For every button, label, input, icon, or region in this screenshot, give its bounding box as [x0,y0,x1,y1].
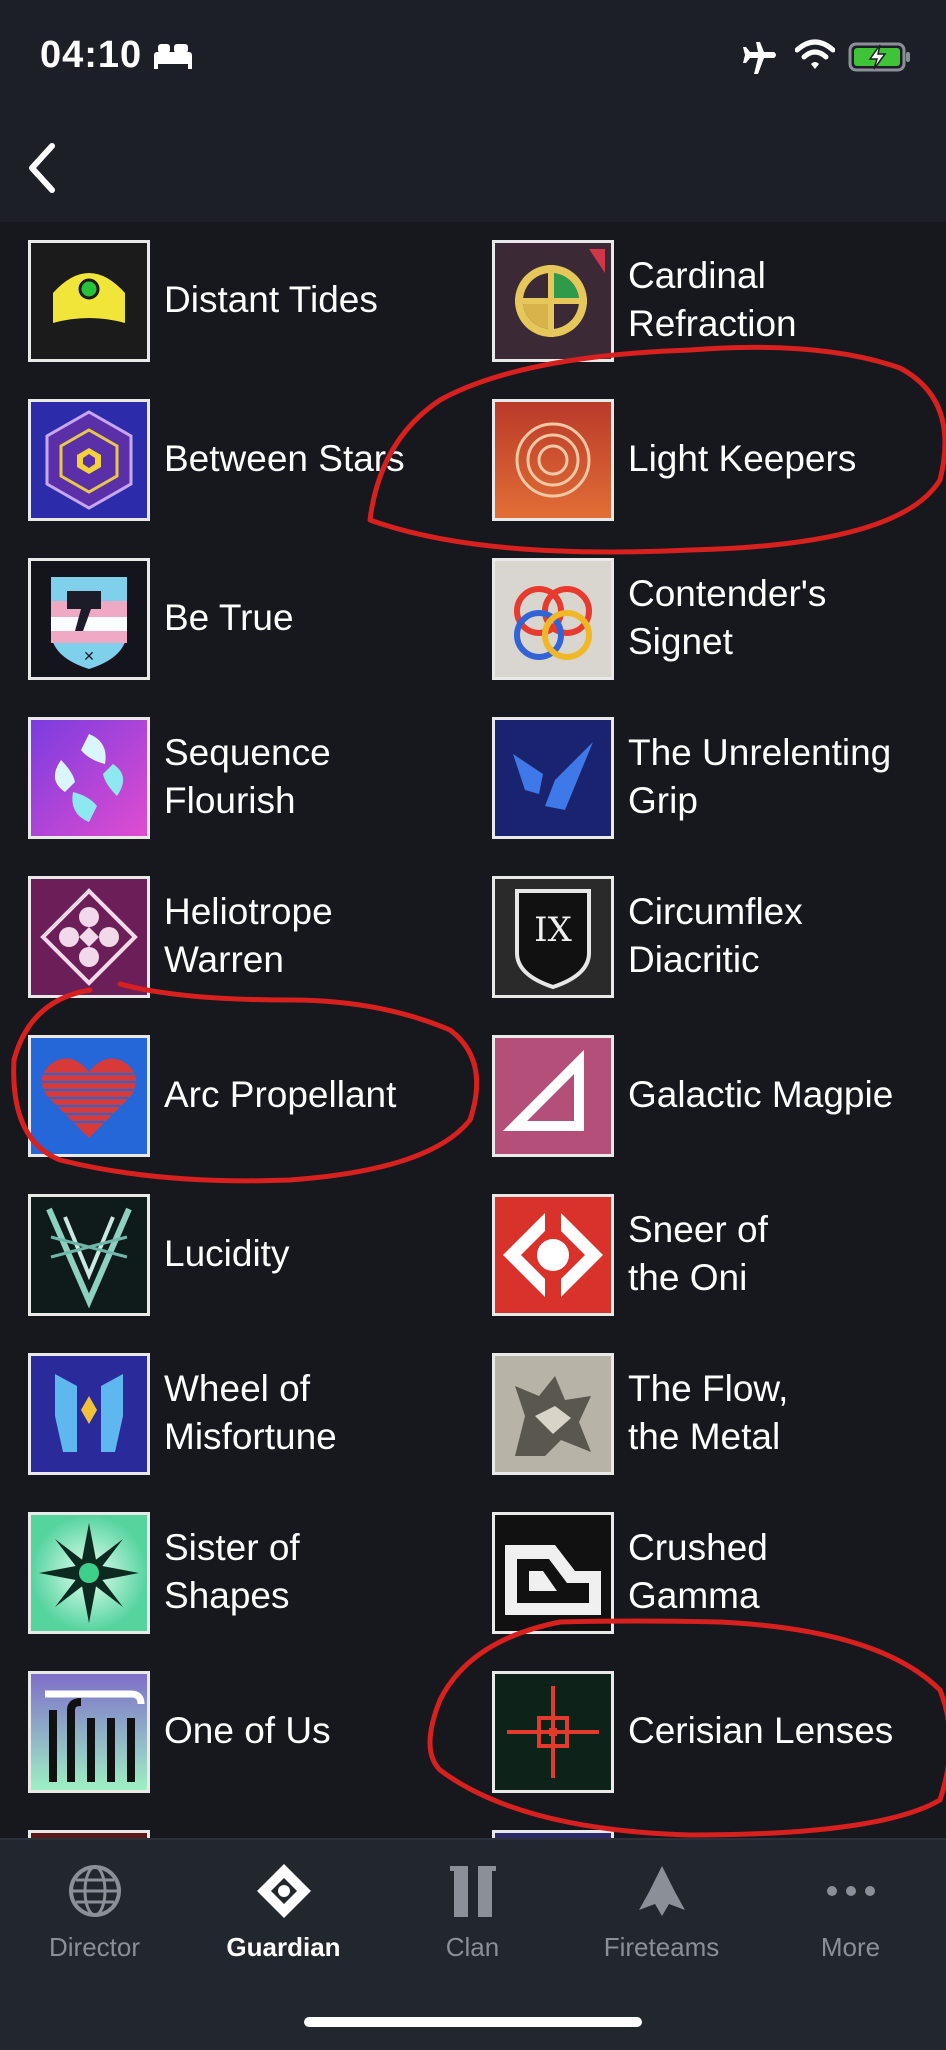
emblem-name: Cardinal Refraction [628,255,797,344]
partial-emblem [28,1830,150,1838]
emblem-item[interactable]: ✕ Be True [28,548,498,698]
emblem-item[interactable]: Sister of Shapes [28,1502,498,1652]
emblem-item[interactable]: Distant Tides [28,230,498,380]
emblem-item[interactable]: The Flow, the Metal [492,1343,946,1493]
home-indicator[interactable] [304,2017,642,2027]
emblem-name: Light Keepers [628,438,857,479]
unrelenting-grip-emblem [492,717,614,839]
flow-the-metal-emblem [492,1353,614,1475]
clan-banner-icon [450,1866,496,1917]
emblem-item[interactable]: Sequence Flourish [28,707,498,857]
emblem-name: Lucidity [164,1233,290,1274]
between-stars-emblem [28,399,150,521]
tab-label: Guardian [226,1932,341,1962]
svg-text:IX: IX [534,910,572,950]
navigation-bar [0,118,946,222]
back-button[interactable] [18,138,68,198]
partial-emblem [492,1830,614,1838]
emblem-name: Distant Tides [164,279,378,320]
sneer-of-the-oni-emblem [492,1194,614,1316]
tab-label: Director [48,1932,140,1962]
sequence-flourish-emblem [28,717,150,839]
one-of-us-emblem [28,1671,150,1793]
more-dots-icon [827,1886,875,1896]
emblem-name: Circumflex Diacritic [628,891,803,980]
emblem-name: Crushed Gamma [628,1527,768,1616]
diamond-ghost-icon [257,1864,311,1918]
wheel-of-misfortune-emblem [28,1353,150,1475]
emblem-name: Cerisian Lenses [628,1710,894,1751]
emblem-item[interactable]: One of Us [28,1661,498,1811]
chevron-left-icon [29,143,55,193]
tab-label: Clan [445,1932,500,1962]
ship-icon [639,1866,685,1916]
emblem-item[interactable]: Heliotrope Warren [28,866,498,1016]
battery-charging-icon [848,42,910,72]
tab-label: More [820,1932,881,1962]
emblem-name: Galactic Magpie [628,1074,894,1115]
tab-more[interactable]: More [756,1840,945,1980]
emblem-name: The Unrelenting Grip [628,732,892,821]
circumflex-diacritic-emblem: IX [492,876,614,998]
sister-of-shapes-emblem [28,1512,150,1634]
emblem-item[interactable]: Sneer of the Oni [492,1184,946,1334]
arc-propellant-emblem [28,1035,150,1157]
emblem-name: Between Stars [164,438,405,479]
emblem-item[interactable]: Cerisian Lenses [492,1661,946,1811]
lucidity-emblem [28,1194,150,1316]
globe-icon [69,1865,121,1917]
cerisian-lenses-emblem [492,1671,614,1793]
emblem-name: Wheel of Misfortune [164,1368,337,1457]
emblem-item[interactable]: IX Circumflex Diacritic [492,866,946,1016]
emblem-item[interactable] [492,1820,946,1838]
emblem-name: Heliotrope Warren [164,891,333,980]
emblem-name: Sister of Shapes [164,1527,300,1616]
emblem-item[interactable]: Light Keepers [492,389,946,539]
emblem-item[interactable]: Galactic Magpie [492,1025,946,1175]
emblem-item[interactable]: The Unrelenting Grip [492,707,946,857]
emblem-item[interactable]: Arc Propellant [28,1025,498,1175]
be-true-emblem: ✕ [28,558,150,680]
contenders-signet-emblem [492,558,614,680]
emblem-item[interactable]: Between Stars [28,389,498,539]
tab-clan[interactable]: Clan [378,1840,567,1980]
heliotrope-warren-emblem [28,876,150,998]
emblem-item[interactable]: Cardinal Refraction [492,230,946,380]
tab-guardian[interactable]: Guardian [189,1840,378,1980]
tab-director[interactable]: Director [0,1840,189,1980]
emblem-name: Contender's Signet [628,573,827,662]
airplane-icon [743,42,776,74]
status-bar: 04:10 [0,0,946,118]
emblem-item[interactable]: Contender's Signet [492,548,946,698]
emblem-name: Be True [164,597,294,638]
bed-icon [154,44,192,69]
emblem-item[interactable]: Crushed Gamma [492,1502,946,1652]
emblem-name: The Flow, the Metal [628,1368,789,1457]
emblem-name: Sequence Flourish [164,732,331,821]
status-time: 04:10 [40,34,143,76]
svg-text:✕: ✕ [83,649,95,665]
emblem-name: One of Us [164,1710,331,1751]
tab-label: Fireteams [603,1932,720,1962]
galactic-magpie-emblem [492,1035,614,1157]
emblem-name: Sneer of the Oni [628,1209,768,1298]
emblem-item[interactable]: Lucidity [28,1184,498,1334]
crushed-gamma-emblem [492,1512,614,1634]
tab-fireteams[interactable]: Fireteams [567,1840,756,1980]
cardinal-refraction-emblem [492,240,614,362]
emblem-grid[interactable]: Distant Tides Cardinal Refraction Betwee… [0,222,946,1838]
emblem-name: Arc Propellant [164,1074,397,1115]
light-keepers-emblem [492,399,614,521]
emblem-item[interactable]: Wheel of Misfortune [28,1343,498,1493]
distant-tides-emblem [28,240,150,362]
emblem-item[interactable] [28,1820,498,1838]
wifi-icon [795,39,835,69]
